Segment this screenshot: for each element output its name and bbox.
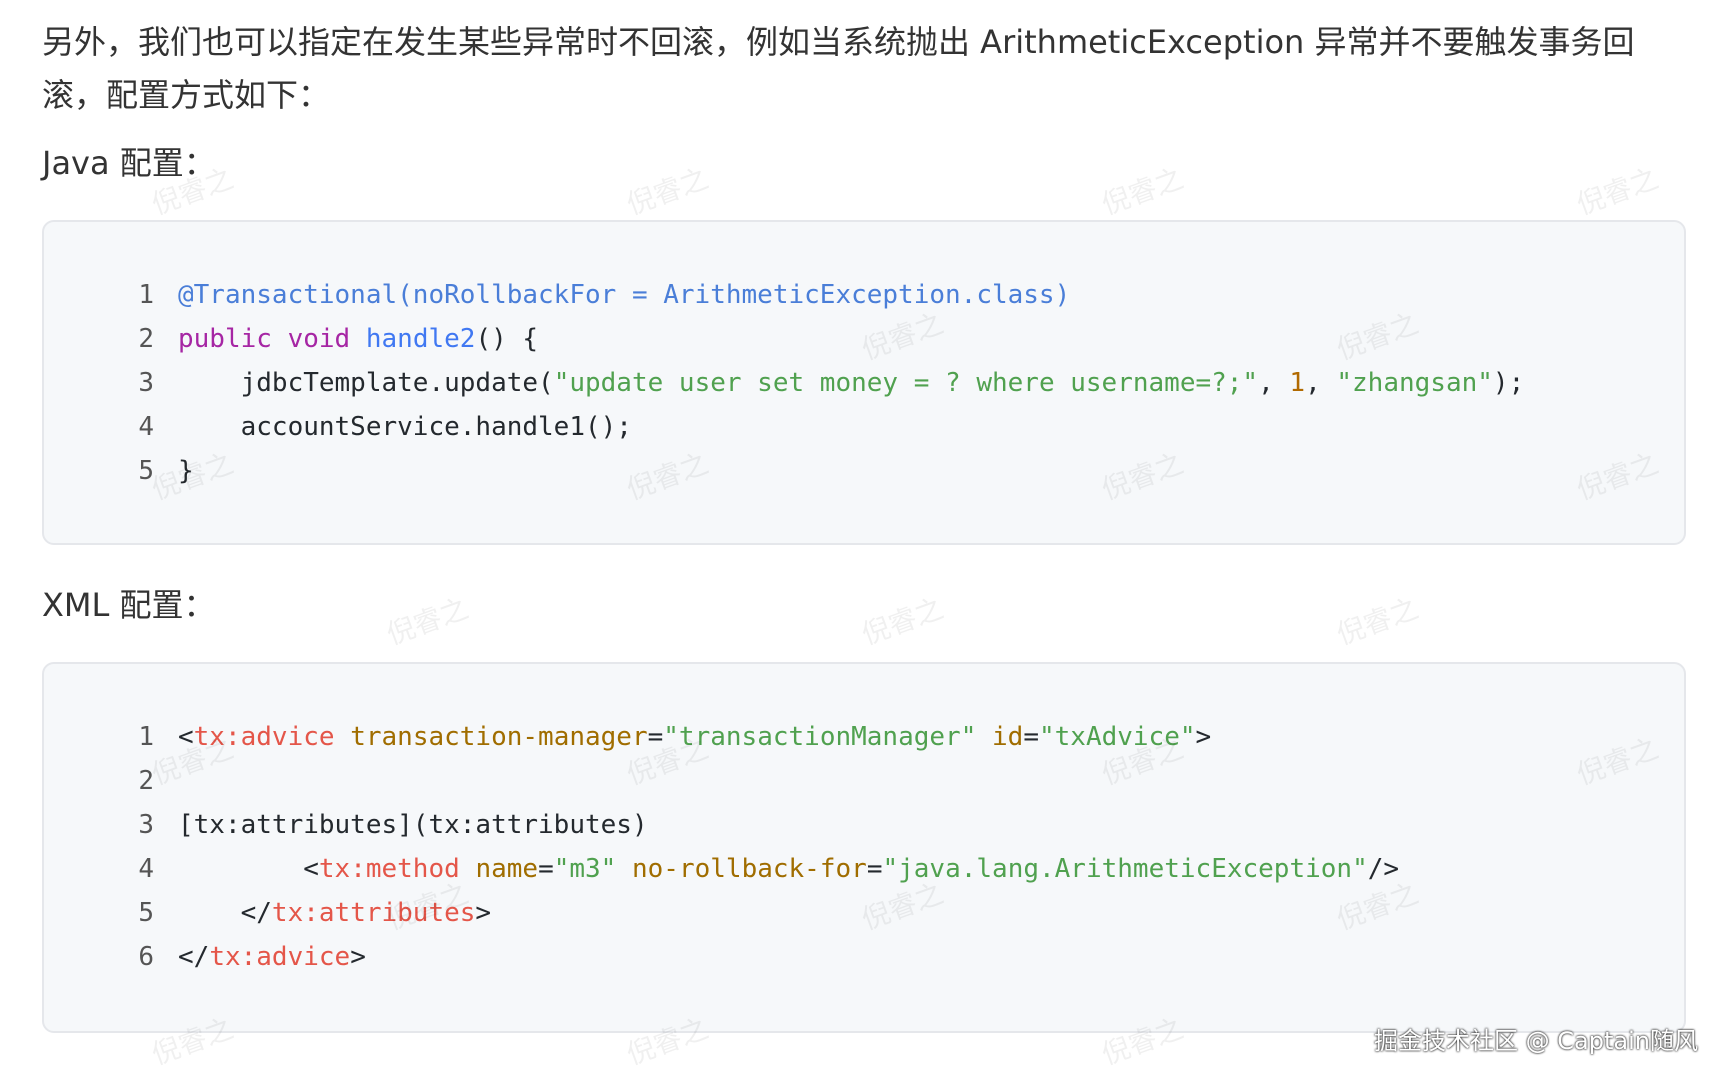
code-text: /> <box>1367 854 1400 884</box>
xml-value: "m3" <box>553 854 617 884</box>
code-text: = <box>538 854 554 884</box>
xml-tag: tx:method <box>318 854 460 884</box>
line-number: 3 <box>138 810 154 840</box>
code-text: } <box>178 456 194 486</box>
code-line: 1 <tx:advice transaction-manager="transac… <box>44 715 1211 759</box>
xml-value: "txAdvice" <box>1038 722 1196 752</box>
line-number: 4 <box>138 412 154 442</box>
code-line: 1 @Transactional(noRollbackFor = Arithmet… <box>44 273 1070 317</box>
watermark: 倪睿之 <box>1332 591 1423 652</box>
code-line: 2 public void handle2() { <box>44 317 538 361</box>
code-text: = <box>647 722 664 752</box>
code-text: = <box>866 854 883 884</box>
code-line: 2 <box>44 759 178 803</box>
line-number: 4 <box>138 854 154 884</box>
xml-value: "transactionManager" <box>663 722 977 752</box>
line-number: 1 <box>138 722 154 752</box>
code-text: jdbcTemplate.update( <box>178 368 554 398</box>
code-line: 4 accountService.handle1(); <box>44 405 632 449</box>
java-config-label: Java 配置： <box>42 144 216 182</box>
line-number: 1 <box>138 280 154 310</box>
xml-tag: tx:advice <box>209 942 351 972</box>
watermark: 倪睿之 <box>622 161 713 222</box>
code-text: </ <box>178 942 210 972</box>
watermark: 倪睿之 <box>1572 161 1663 222</box>
code-text: , <box>1305 368 1337 398</box>
xml-tag: tx:advice <box>193 722 335 752</box>
source-credit: 掘金技术社区 @ Captain随风 <box>1374 1027 1698 1055</box>
code-text: accountService.handle1(); <box>178 412 632 442</box>
java-code-block: 1 @Transactional(noRollbackFor = Arithmet… <box>42 220 1686 545</box>
code-line: 5} <box>44 449 194 493</box>
number-literal: 1 <box>1289 368 1306 398</box>
code-text: , <box>1258 368 1290 398</box>
xml-attribute: name <box>475 854 539 884</box>
code-text: < <box>178 854 319 884</box>
code-line: 6 </tx:advice> <box>44 935 366 979</box>
xml-value: "java.lang.ArithmeticException" <box>882 854 1368 884</box>
code-line: 3 jdbcTemplate.update("update user set m… <box>44 361 1524 405</box>
string-literal: "update user set money = ? where usernam… <box>553 368 1259 398</box>
code-text: ); <box>1492 368 1525 398</box>
code-line: 3 [tx:attributes](tx:attributes) <box>44 803 648 847</box>
code-text: > <box>350 942 366 972</box>
xml-config-label: XML 配置： <box>42 586 216 624</box>
intro-paragraph: 另外，我们也可以指定在发生某些异常时不回滚，例如当系统抛出 Arithmetic… <box>42 23 1635 114</box>
line-number: 5 <box>138 898 154 928</box>
watermark: 倪睿之 <box>1097 161 1188 222</box>
xml-tag: tx:attributes <box>271 898 476 928</box>
watermark: 倪睿之 <box>857 591 948 652</box>
string-literal: "zhangsan" <box>1336 368 1493 398</box>
code-text: = <box>1023 722 1039 752</box>
code-text: < <box>178 722 194 752</box>
xml-code-block: 1 <tx:advice transaction-manager="transac… <box>42 662 1686 1033</box>
code-line: 5 </tx:attributes> <box>44 891 491 935</box>
code-text: () { <box>475 324 539 354</box>
code-text: > <box>1195 722 1212 752</box>
xml-attribute: id <box>992 722 1024 752</box>
watermark: 倪睿之 <box>382 591 473 652</box>
keyword: void <box>287 324 351 354</box>
method-name: handle2 <box>365 324 476 354</box>
code-text: > <box>475 898 492 928</box>
code-text: [tx:attributes](tx:attributes) <box>178 810 648 840</box>
line-number: 6 <box>138 942 154 972</box>
xml-attribute: transaction-manager <box>350 722 648 752</box>
code-line: 4 <tx:method name="m3" no-rollback-for="… <box>44 847 1399 891</box>
xml-attribute: no-rollback-for <box>632 854 867 884</box>
annotation: @Transactional(noRollbackFor = Arithmeti… <box>178 280 1071 310</box>
keyword: public <box>178 324 272 354</box>
code-text: </ <box>178 898 272 928</box>
line-number: 5 <box>138 456 154 486</box>
line-number: 3 <box>138 368 154 398</box>
line-number: 2 <box>138 324 154 354</box>
line-number: 2 <box>138 766 154 796</box>
